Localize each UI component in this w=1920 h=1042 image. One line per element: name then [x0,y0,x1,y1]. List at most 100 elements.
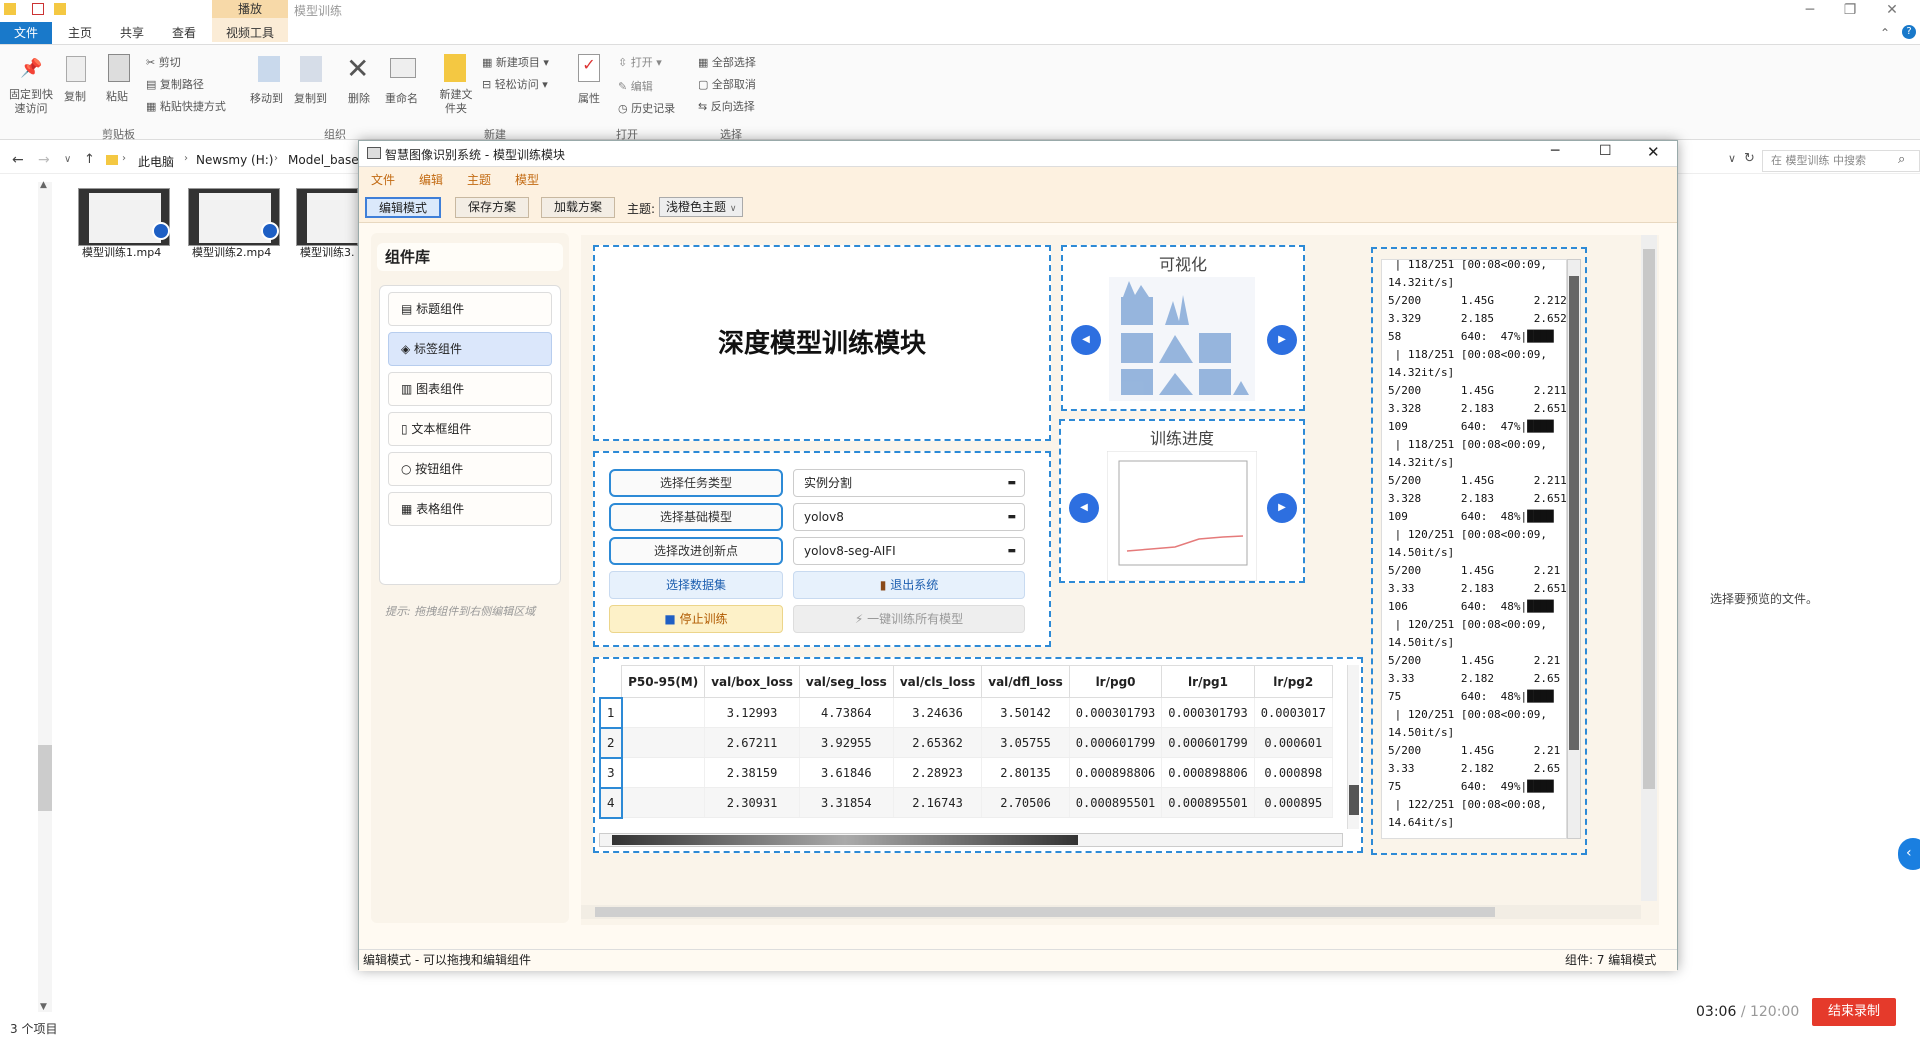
table-cell[interactable]: 3.05755 [981,727,1070,758]
library-item-label-component[interactable]: ◈ 标签组件 [388,332,552,366]
select-dataset-button[interactable]: 选择数据集 [609,571,783,599]
exit-system-button[interactable]: ▮ 退出系统 [793,571,1025,599]
move-to-button[interactable]: 移动到 [250,90,283,106]
nav-pane-scrollbar[interactable] [38,182,52,1012]
edit-mode-button[interactable]: 编辑模式 [365,197,442,218]
table-vscroll-thumb[interactable] [1349,785,1359,815]
new-folder-button[interactable]: 新建文件夹 [436,88,476,116]
forward-icon[interactable]: → [38,152,50,168]
stop-training-button[interactable]: ■ 停止训练 [609,605,783,633]
table-cell[interactable]: 3.24636 [893,697,983,728]
table-cell[interactable]: 2.67211 [704,727,800,758]
pin-button[interactable]: 固定到快速访问 [6,88,56,116]
table-cell[interactable]: 0.000895501 [1069,787,1163,818]
collapse-ribbon-icon[interactable]: ⌃ [1880,26,1890,40]
easy-access-button[interactable]: ⊟ 轻松访问 ▾ [482,76,548,92]
table-row[interactable]: 2 2.67211 3.92955 2.65362 3.05755 0.000601799… [599,726,1333,759]
table-cell[interactable]: 2.65362 [893,727,983,758]
progress-next-button[interactable]: ▶ [1267,493,1297,523]
load-plan-button[interactable]: 加载方案 [541,197,616,218]
table-cell[interactable]: 2.38159 [704,757,800,788]
table-cell[interactable]: 0.000601799 [1161,727,1255,758]
new-item-button[interactable]: ▦ 新建项目 ▾ [482,54,549,70]
table-cell[interactable] [621,787,706,818]
new-folder-qa-icon[interactable] [54,3,66,15]
table-row[interactable]: 3 2.38159 3.61846 2.28923 2.80135 0.000898806… [599,756,1333,789]
row-index-cell[interactable]: 1 [599,696,623,729]
library-item-textbox[interactable]: ▯ 文本框组件 [388,412,552,446]
menu-edit[interactable]: 编辑 [419,171,443,188]
column-header[interactable]: val/seg_loss [798,665,894,698]
table-cell[interactable]: 2.30931 [704,787,800,818]
copy-button[interactable]: 复制 [64,88,86,104]
file-thumbnail-3[interactable] [296,188,359,246]
column-header[interactable]: lr/pg1 [1161,665,1255,698]
menu-model[interactable]: 模型 [515,171,539,188]
canvas-horizontal-scrollbar[interactable] [581,905,1641,919]
table-cell[interactable]: 3.12993 [704,697,800,728]
scroll-up-icon[interactable]: ▲ [40,180,47,190]
log-scrollbar[interactable] [1567,259,1581,839]
training-progress-component[interactable]: 训练进度 ◀ ▶ [1059,419,1305,583]
restore-button[interactable]: ❐ [1830,0,1870,22]
app-minimize-button[interactable]: ─ [1551,143,1559,159]
library-item-title[interactable]: ▤ 标题组件 [388,292,552,326]
table-cell[interactable] [621,697,706,728]
table-cell[interactable]: 0.000898 [1254,757,1333,788]
history-button[interactable]: ◷ 历史记录 [618,100,675,116]
breadcrumb-this-pc[interactable]: 此电脑 [138,153,174,170]
edit-button[interactable]: ✎ 编辑 [618,78,653,94]
menu-theme[interactable]: 主题 [467,171,491,188]
select-base-model-button[interactable]: 选择基础模型 [609,503,783,531]
table-row[interactable]: 4 2.30931 3.31854 2.16743 2.70506 0.000895501… [599,786,1333,819]
viz-next-button[interactable]: ▶ [1267,325,1297,355]
properties-button[interactable]: 属性 [578,90,600,106]
delete-button[interactable]: 删除 [348,90,370,106]
row-index-cell[interactable]: 2 [599,726,623,759]
column-header[interactable]: val/cls_loss [892,665,983,698]
close-button[interactable]: ✕ [1872,0,1912,22]
library-item-button[interactable]: ○ 按钮组件 [388,452,552,486]
column-header[interactable]: lr/pg2 [1253,665,1333,698]
column-header[interactable]: val/box_loss [704,665,800,698]
search-input[interactable]: 在 模型训练 中搜索 [1762,150,1920,172]
table-cell[interactable]: 3.31854 [799,787,894,818]
table-cell[interactable]: 0.0003017 [1254,697,1333,728]
paste-button[interactable]: 粘贴 [106,88,128,104]
controls-component[interactable]: 选择任务类型 实例分割 ▬ 选择基础模型 yolov8 ▬ 选择改进创新点 yolo… [593,451,1051,647]
breadcrumb-drive[interactable]: Newsmy (H:) [196,153,273,167]
up-icon[interactable]: ↑ [84,152,95,167]
back-icon[interactable]: ← [12,152,24,168]
column-header[interactable]: P50-95(M) [621,665,706,698]
viz-prev-button[interactable]: ◀ [1071,325,1101,355]
table-cell[interactable]: 0.000601 [1254,727,1333,758]
file-name-1[interactable]: 模型训练1.mp4 [82,244,161,260]
refresh-icon[interactable]: ↻ [1744,151,1755,166]
tab-view[interactable]: 查看 [160,22,208,44]
scroll-down-icon[interactable]: ▼ [40,1002,47,1012]
invert-selection-button[interactable]: ⇆ 反向选择 [698,98,755,114]
train-all-button[interactable]: ⚡ 一键训练所有模型 [793,605,1025,633]
column-header[interactable]: lr/pg0 [1068,665,1163,698]
breadcrumb-model-base[interactable]: Model_base [288,153,359,167]
table-cell[interactable] [621,727,706,758]
recent-dropdown-icon[interactable]: ∨ [64,154,71,165]
copy-to-button[interactable]: 复制到 [294,90,327,106]
log-component[interactable]: | 118/251 [00:08<00:09, 14.32it/s] 5/200… [1371,247,1587,855]
search-icon[interactable]: ⌕ [1898,152,1905,167]
context-tab-play[interactable]: 播放 [212,0,288,18]
library-item-chart[interactable]: ▥ 图表组件 [388,372,552,406]
table-cell[interactable]: 2.16743 [893,787,983,818]
table-cell[interactable]: 0.000895 [1254,787,1333,818]
file-name-2[interactable]: 模型训练2.mp4 [192,244,271,260]
library-item-table[interactable]: ▦ 表格组件 [388,492,552,526]
table-cell[interactable]: 4.73864 [799,697,894,728]
task-type-combo[interactable]: 实例分割 ▬ [793,469,1025,497]
select-task-type-button[interactable]: 选择任务类型 [609,469,783,497]
table-cell[interactable]: 3.61846 [799,757,894,788]
table-row[interactable]: 1 3.12993 4.73864 3.24636 3.50142 0.000301793… [599,696,1333,729]
table-cell[interactable]: 2.28923 [893,757,983,788]
tab-file[interactable]: 文件 [0,22,52,44]
cut-button[interactable]: ✂ 剪切 [146,54,181,70]
row-index-cell[interactable]: 3 [599,756,623,789]
